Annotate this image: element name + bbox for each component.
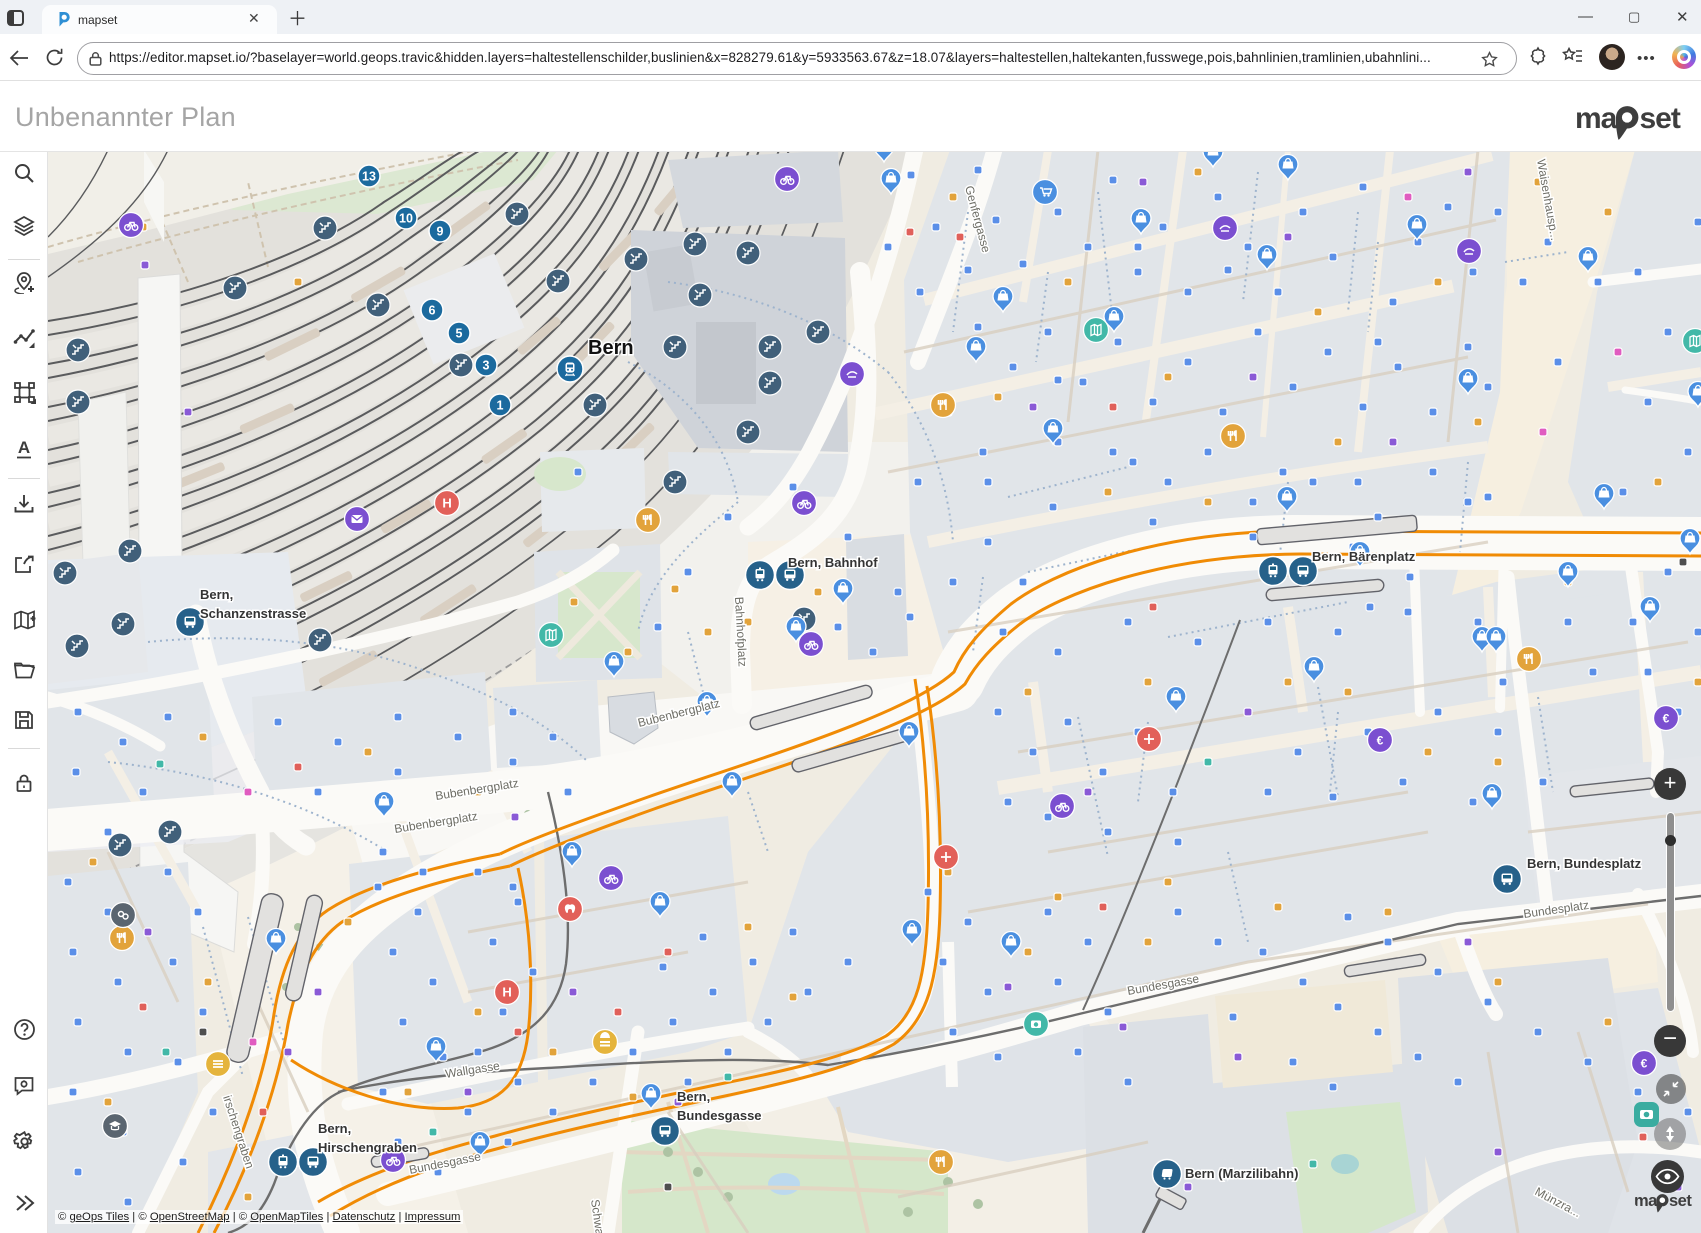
svg-text:ma: ma	[1575, 102, 1618, 135]
svg-text:Bern, Bärenplatz: Bern, Bärenplatz	[1312, 549, 1416, 564]
svg-text:H: H	[502, 985, 511, 1000]
svg-text:3: 3	[483, 359, 490, 373]
svg-text:6: 6	[429, 304, 436, 318]
svg-text:Bern,: Bern,	[677, 1089, 710, 1104]
svg-text:€: €	[1641, 1057, 1648, 1071]
svg-text:9: 9	[437, 225, 444, 239]
svg-text:1: 1	[497, 399, 504, 413]
svg-text:€: €	[1663, 712, 1670, 726]
svg-text:Schanzenstrasse: Schanzenstrasse	[200, 606, 306, 621]
svg-text:€: €	[1377, 734, 1384, 748]
svg-text:H: H	[442, 496, 451, 511]
svg-text:13: 13	[362, 170, 376, 184]
svg-text:Bern, Bundesplatz: Bern, Bundesplatz	[1527, 856, 1642, 871]
svg-text:10: 10	[399, 212, 413, 226]
svg-text:5: 5	[456, 327, 463, 341]
svg-text:Bern,: Bern,	[318, 1121, 351, 1136]
svg-text:set: set	[1640, 102, 1681, 135]
svg-text:Bern, Bahnhof: Bern, Bahnhof	[788, 555, 878, 570]
svg-text:ma: ma	[1634, 1192, 1658, 1210]
svg-text:Bundesgasse: Bundesgasse	[677, 1108, 762, 1123]
svg-text:Bern: Bern	[588, 337, 634, 359]
svg-text:set: set	[1669, 1192, 1692, 1210]
svg-text:Hirschengraben: Hirschengraben	[318, 1140, 417, 1155]
svg-text:Bern (Marzilibahn): Bern (Marzilibahn)	[1185, 1166, 1298, 1181]
svg-text:Bern,: Bern,	[200, 587, 233, 602]
svg-text:A: A	[18, 438, 30, 457]
